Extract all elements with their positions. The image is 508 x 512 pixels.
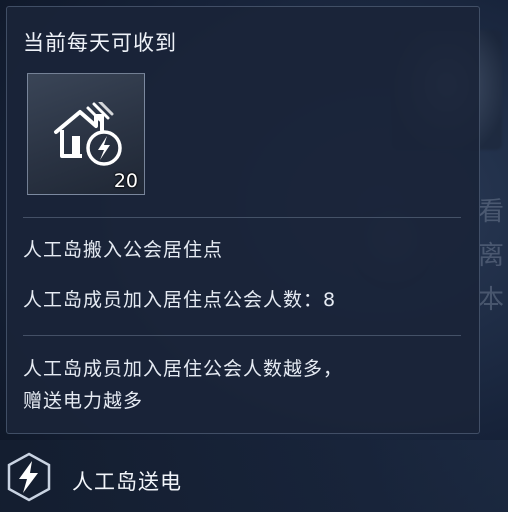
lightning-badge-icon (7, 452, 51, 502)
reward-item-slot[interactable]: 20 (27, 73, 145, 195)
info-line-member-count: 人工岛成员加入居住点公会人数：8 (23, 289, 337, 311)
background-side-char: 看 (478, 197, 505, 227)
background-side-text: 看 离 本 (478, 190, 508, 322)
reward-info-panel: 当前每天可收到 20 人工岛搬入公会居住点 人工岛成员加入居住点公会人数：8 人… (6, 6, 480, 434)
island-power-bar[interactable]: 人工岛送电 (0, 440, 508, 512)
divider (23, 217, 461, 218)
description-line: 赠送电力越多 (23, 390, 144, 412)
info-line-relocation: 人工岛搬入公会居住点 (23, 239, 224, 261)
panel-title: 当前每天可收到 (23, 31, 177, 55)
background-side-char: 离 (478, 241, 505, 271)
game-scene: 看 离 本 当前每天可收到 20 人工岛搬入公会居住点 人工岛成员加入居住点公会… (0, 0, 508, 512)
divider (23, 335, 461, 336)
description-line: 人工岛成员加入居住公会人数越多， (23, 358, 344, 380)
island-power-label: 人工岛送电 (72, 470, 182, 494)
description: 人工岛成员加入居住公会人数越多， 赠送电力越多 (23, 353, 463, 417)
house-electricity-icon (54, 102, 122, 166)
item-quantity: 20 (113, 170, 138, 192)
background-side-char: 本 (478, 285, 505, 315)
